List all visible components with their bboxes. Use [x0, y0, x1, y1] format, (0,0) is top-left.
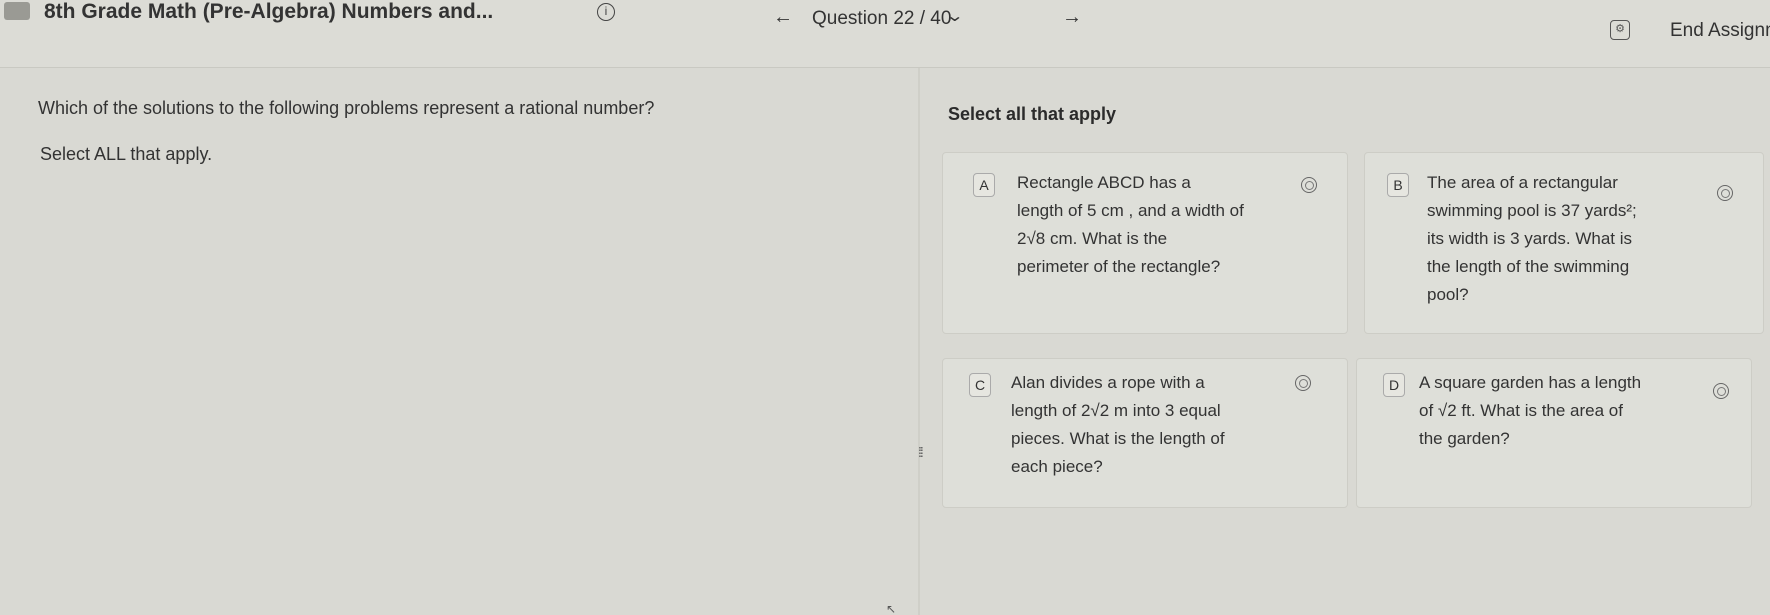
- previous-question-arrow-icon[interactable]: ←: [773, 6, 793, 29]
- choice-a-radio-icon[interactable]: [1301, 177, 1317, 193]
- choice-a-line: Rectangle ABCD has a: [1017, 173, 1191, 192]
- choice-d-line: the garden?: [1419, 429, 1510, 448]
- choice-b-radio-icon[interactable]: [1717, 185, 1733, 201]
- question-counter-dropdown[interactable]: Question 22 / 40: [812, 8, 951, 30]
- choice-a-letter: A: [973, 173, 995, 197]
- choice-a-line: perimeter of the rectangle?: [1017, 257, 1221, 276]
- choice-b-line: the length of the swimming: [1427, 257, 1630, 276]
- choice-c-line: pieces. What is the length of: [1011, 429, 1225, 448]
- assignment-title: 8th Grade Math (Pre-Algebra) Numbers and…: [44, 0, 494, 23]
- choice-b-card[interactable]: B The area of a rectangular swimming poo…: [1364, 152, 1764, 334]
- choice-d-letter: D: [1383, 373, 1405, 397]
- choice-a-text: Rectangle ABCD has a length of 5 cm , an…: [1017, 169, 1317, 281]
- choice-b-letter: B: [1387, 173, 1409, 197]
- choice-a-card[interactable]: A Rectangle ABCD has a length of 5 cm , …: [942, 152, 1348, 334]
- choice-d-text: A square garden has a length of √2 ft. W…: [1419, 369, 1719, 453]
- choice-d-line: of √2 ft. What is the area of: [1419, 401, 1623, 420]
- choice-c-line: Alan divides a rope with a: [1011, 373, 1205, 392]
- choice-d-line: A square garden has a length: [1419, 373, 1642, 392]
- choice-c-letter: C: [969, 373, 991, 397]
- choice-c-line: length of 2√2 m into 3 equal: [1011, 401, 1221, 420]
- top-bar: 8th Grade Math (Pre-Algebra) Numbers and…: [0, 0, 1770, 68]
- choice-c-line: each piece?: [1011, 457, 1103, 476]
- choice-c-card[interactable]: C Alan divides a rope with a length of 2…: [942, 358, 1348, 508]
- choice-c-text: Alan divides a rope with a length of 2√2…: [1011, 369, 1311, 481]
- settings-icon[interactable]: ⚙: [1610, 20, 1630, 40]
- mouse-cursor-icon: ↖: [886, 602, 897, 615]
- panel-divider: [918, 68, 920, 615]
- answer-instruction-header: Select all that apply: [948, 104, 1117, 124]
- end-assignment-button[interactable]: End Assignm: [1670, 20, 1770, 42]
- choice-a-line: length of 5 cm , and a width of: [1017, 201, 1244, 220]
- choice-b-line: The area of a rectangular: [1427, 173, 1618, 192]
- choice-b-text: The area of a rectangular swimming pool …: [1427, 169, 1717, 309]
- choice-a-line: 2√8 cm. What is the: [1017, 229, 1168, 248]
- choice-d-card[interactable]: D A square garden has a length of √2 ft.…: [1356, 358, 1752, 508]
- choice-b-line: pool?: [1427, 285, 1469, 304]
- choice-b-line: its width is 3 yards. What is: [1427, 229, 1633, 248]
- next-question-arrow-icon[interactable]: →: [1062, 6, 1082, 29]
- info-icon[interactable]: i: [597, 3, 615, 21]
- choice-d-radio-icon[interactable]: [1713, 383, 1729, 399]
- select-all-instruction: Select ALL that apply.: [40, 144, 213, 164]
- choice-c-radio-icon[interactable]: [1295, 375, 1311, 391]
- app-logo-icon: [4, 2, 30, 20]
- choice-b-line: swimming pool is 37 yards²;: [1427, 201, 1637, 220]
- chevron-down-icon[interactable]: ⌄: [945, 6, 964, 26]
- drag-handle-icon[interactable]: ⁞⁞: [918, 444, 924, 460]
- question-prompt: Which of the solutions to the following …: [38, 98, 655, 118]
